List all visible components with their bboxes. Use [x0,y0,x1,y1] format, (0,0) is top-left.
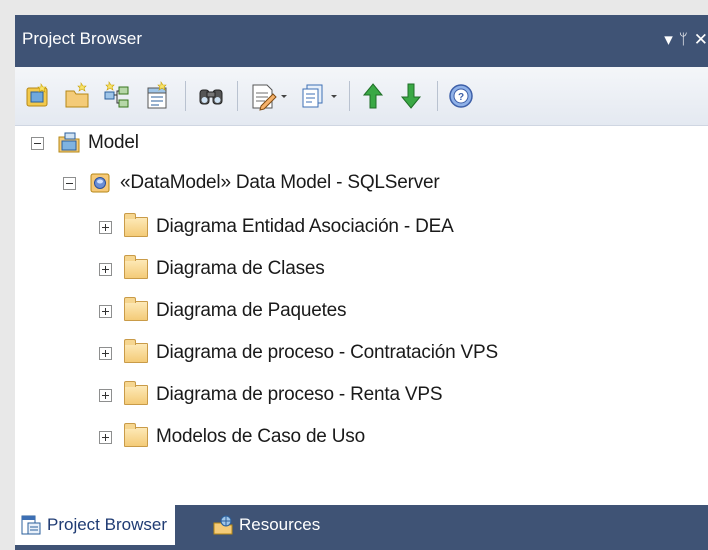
tree-node-label: Diagrama de Clases [156,258,325,279]
tree-node-folder[interactable]: Diagrama Entidad Asociación - DEA [99,209,454,245]
tree-node-label: Diagrama de proceso - Contratación VPS [156,342,498,363]
help-button[interactable]: ? [445,80,477,112]
document-dropdown-icon [252,84,287,111]
document-dropdown-button[interactable] [247,80,291,112]
tree-node-label: Model [88,132,139,153]
tree-node-label: Diagrama de Paquetes [156,300,347,321]
tree-node-folder[interactable]: Diagrama de Paquetes [99,293,347,329]
folder-icon [124,213,148,237]
project-tree: Model «DataModel» Data Model - SQLServer… [15,125,708,505]
close-icon[interactable]: ✕ [694,27,708,53]
pin-icon[interactable]: ᛘ [679,27,688,53]
tab-project-browser[interactable]: Project Browser [15,505,175,545]
expand-toggle[interactable] [99,262,112,276]
project-browser-panel: Project Browser ▾ ᛘ ✕ ? Model «DataModel… [15,15,708,550]
tree-node-datamodel[interactable]: «DataModel» Data Model - SQLServer [63,165,440,201]
expand-toggle[interactable] [99,346,112,360]
new-diagram-button[interactable] [101,80,133,112]
tab-label: Resources [239,515,321,534]
svg-text:?: ? [458,92,464,103]
panel-title: Project Browser [22,29,142,48]
move-up-button[interactable] [357,80,389,112]
help-icon: ? [449,84,473,108]
tree-node-folder[interactable]: Diagrama de proceso - Contratación VPS [99,335,498,371]
toolbar-separator [185,81,186,111]
model-root-icon [58,132,80,153]
move-up-icon [362,83,384,109]
new-diagram-icon [104,81,129,108]
expand-toggle[interactable] [99,304,112,318]
toolbar-separator [437,81,438,111]
folder-icon [124,423,148,447]
tab-label: Project Browser [47,515,167,534]
new-model-icon [26,83,48,107]
expand-toggle[interactable] [99,430,112,444]
tree-node-label: «DataModel» Data Model - SQLServer [120,172,440,193]
bottom-tab-bar: Project Browser Resources [15,505,708,550]
folder-icon [124,255,148,279]
move-down-icon [400,83,422,109]
window-controls: ▾ ᛘ ✕ [658,27,708,53]
folder-icon [124,339,148,363]
dropdown-menu-icon[interactable]: ▾ [664,27,673,53]
tree-node-label: Diagrama de proceso - Renta VPS [156,384,443,405]
tree-node-model[interactable]: Model [31,125,139,161]
folder-icon [124,297,148,321]
tree-node-folder[interactable]: Diagrama de Clases [99,251,325,287]
move-down-button[interactable] [395,80,427,112]
folder-icon [124,381,148,405]
copy-dropdown-icon [302,84,337,108]
toolbar: ? [15,67,708,126]
collapse-toggle[interactable] [63,176,76,190]
expand-toggle[interactable] [99,388,112,402]
expand-toggle[interactable] [99,220,112,234]
panel-titlebar[interactable]: Project Browser ▾ ᛘ ✕ [15,15,708,67]
project-browser-icon [21,515,41,535]
new-element-icon [147,81,167,109]
toolbar-separator [237,81,238,111]
copy-dropdown-button[interactable] [297,80,341,112]
new-model-button[interactable] [21,80,53,112]
new-package-button[interactable] [61,80,93,112]
new-element-button[interactable] [141,80,173,112]
tree-node-folder[interactable]: Modelos de Caso de Uso [99,419,365,455]
toolbar-separator [349,81,350,111]
tree-node-label: Diagrama Entidad Asociación - DEA [156,216,454,237]
tab-resources[interactable]: Resources [205,505,326,545]
tree-node-label: Modelos de Caso de Uso [156,426,365,447]
resources-icon [213,515,233,535]
find-icon [199,89,223,105]
tree-node-folder[interactable]: Diagrama de proceso - Renta VPS [99,377,443,413]
new-package-icon [65,82,89,108]
datamodel-package-icon [90,173,110,193]
find-button[interactable] [195,80,227,112]
collapse-toggle[interactable] [31,136,44,150]
